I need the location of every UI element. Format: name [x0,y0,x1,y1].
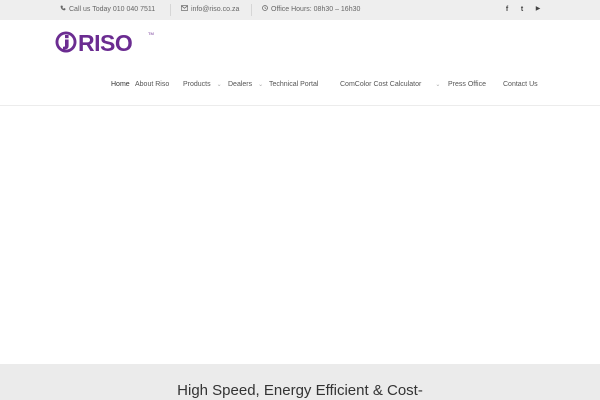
hero-slider [0,106,600,364]
nav-press-label: Press Office [448,81,486,88]
phone-icon [60,0,66,19]
nav-dealers-label: Dealers [228,81,253,88]
riso-logo[interactable]: RISO TM [55,29,155,56]
svg-text:TM: TM [148,31,154,36]
divider [251,4,252,16]
envelope-icon [180,0,189,19]
facebook-icon[interactable]: f [501,0,513,20]
office-hours-text: Office Hours: 08h30 – 16h30 [271,6,361,13]
email-contact[interactable]: info@riso.co.za [180,0,240,20]
site-header: RISO TM [0,20,600,106]
clock-icon [262,0,268,19]
phone-text: Call us Today 010 040 7511 [69,6,156,13]
nav-press-office[interactable]: Press Office [448,78,486,92]
email-text: info@riso.co.za [191,6,240,13]
nav-comcolor-label: ComColor Cost Calculator [340,81,422,88]
top-bar: Call us Today 010 040 7511 info@riso.co.… [0,0,600,20]
nav-dealers[interactable]: Dealers ⌄ [228,78,263,92]
divider [170,4,171,16]
office-hours: Office Hours: 08h30 – 16h30 [262,0,360,20]
nav-contact-us[interactable]: Contact Us [503,78,538,92]
nav-products-label: Products [183,81,211,88]
nav-technical-portal[interactable]: Technical Portal [269,78,318,92]
nav-comcolor-calculator[interactable]: ComColor Cost Calculator ⌄ [340,78,440,92]
phone-contact[interactable]: Call us Today 010 040 7511 [60,0,155,20]
youtube-icon[interactable]: ▶ [532,0,544,20]
svg-text:RISO: RISO [78,30,132,55]
nav-about-riso[interactable]: About Riso [135,78,169,92]
chevron-down-icon: ⌄ [216,82,222,88]
nav-about-label: About Riso [135,81,170,88]
nav-home[interactable]: Home [111,78,130,92]
chevron-down-icon: ⌄ [435,82,441,88]
nav-products[interactable]: Products ⌄ [183,78,222,92]
nav-home-label: Home [111,81,130,88]
twitter-icon[interactable]: t [516,0,528,20]
nav-contact-label: Contact Us [503,81,538,88]
nav-technical-label: Technical Portal [269,81,319,88]
intro-heading: High Speed, Energy Efficient & Cost- [177,382,423,399]
chevron-down-icon: ⌄ [258,82,264,88]
